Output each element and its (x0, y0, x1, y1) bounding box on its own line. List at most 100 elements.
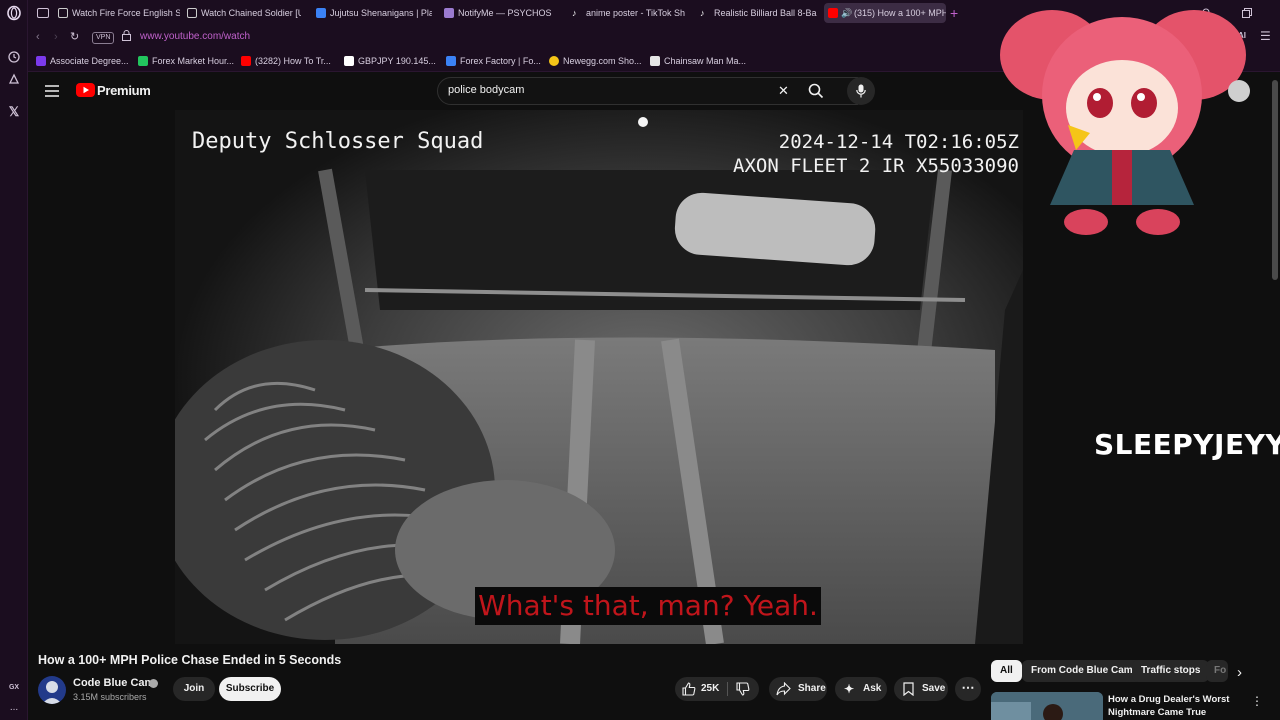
overlay-device-text: AXON FLEET 2 IR X55033090 (733, 155, 1019, 177)
ask-button[interactable]: ✦ Ask (835, 677, 887, 701)
sidebar-more-icon[interactable]: ... (6, 700, 22, 716)
bodycam-footage: Deputy Schlosser Squad 2024-12-14 T02:16… (175, 110, 1023, 644)
new-tab-button[interactable]: + (950, 3, 966, 23)
bookmark-favicon-icon (650, 56, 660, 66)
youtube-logo-icon[interactable] (76, 83, 95, 102)
back-icon[interactable]: ‹ (36, 31, 40, 43)
tab-favicon-icon (187, 8, 197, 18)
tab-4[interactable]: ♪ anime poster - TikTok Sh (568, 3, 688, 23)
video-title: How a 100+ MPH Police Chase Ended in 5 S… (38, 653, 342, 667)
recommendation-more-icon[interactable]: ⋮ (1251, 694, 1263, 708)
streamer-name: SLEEPYJEYY (1094, 428, 1280, 461)
bookmark-favicon-icon (549, 56, 559, 66)
subscriber-count: 3.15M subscribers (73, 692, 147, 702)
bookmark-label: Forex Factory | Fo... (460, 56, 541, 66)
vpn-badge[interactable]: VPN (92, 32, 115, 44)
chip-traffic-stops[interactable]: Traffic stops (1132, 660, 1210, 682)
tab-favicon-icon (316, 8, 326, 18)
subscribe-button[interactable]: Subscribe (219, 677, 281, 701)
save-button[interactable]: Save (894, 677, 948, 701)
youtube-favicon-icon (828, 8, 838, 18)
chip-more[interactable]: Fo (1206, 660, 1228, 682)
page-scrollbar[interactable] (1272, 80, 1278, 280)
overlay-deputy-text: Deputy Schlosser Squad (192, 129, 483, 154)
aria-icon[interactable] (6, 72, 22, 88)
search-input-value[interactable]: police bodycam (448, 84, 524, 96)
youtube-premium-logo[interactable]: Premium (97, 83, 151, 98)
forward-icon[interactable]: › (54, 31, 58, 43)
join-button[interactable]: Join (173, 677, 215, 701)
bookmark-favicon-icon (36, 56, 46, 66)
reload-icon[interactable]: ↻ (70, 30, 79, 43)
chip-from-channel[interactable]: From Code Blue Cam (1022, 660, 1142, 682)
voice-search-button[interactable] (847, 77, 875, 105)
channel-name[interactable]: Code Blue Cam (73, 677, 154, 689)
tab-favicon-icon (58, 8, 68, 18)
plush-character-image (1000, 10, 1246, 235)
tab-0[interactable]: Watch Fire Force English S (54, 3, 180, 23)
bookmark-3[interactable]: GBPJPY 190.145... (344, 54, 436, 68)
lock-icon[interactable] (122, 30, 131, 43)
bookmark-label: GBPJPY 190.145... (358, 56, 436, 66)
speaker-icon[interactable]: 🔊 (841, 3, 852, 23)
share-button[interactable]: Share (769, 677, 827, 701)
browser-sidebar: 𝕏 GX ... (0, 0, 28, 720)
bookmark-label: Newegg.com Sho... (563, 56, 642, 66)
tab-label: Realistic Billiard Ball 8-Ba (714, 8, 817, 18)
tab-1[interactable]: Watch Chained Soldier [U (183, 3, 301, 23)
easy-setup-icon[interactable]: ☰ (1260, 29, 1271, 43)
tab-label: Watch Fire Force English S (72, 8, 180, 18)
dislike-icon[interactable] (736, 682, 750, 706)
bookmark-label: Chainsaw Man Ma... (664, 56, 747, 66)
tab-strip-icon[interactable] (33, 3, 53, 23)
tab-favicon-icon (444, 8, 454, 18)
bookmark-2[interactable]: (3282) How To Tr... (241, 54, 331, 68)
history-icon[interactable] (6, 50, 22, 66)
like-dislike-group: 25K (675, 677, 759, 701)
recommendation-title-line1[interactable]: How a Drug Dealer's Worst (1108, 694, 1229, 705)
save-label: Save (922, 683, 946, 694)
sparkle-icon: ✦ (844, 682, 855, 696)
like-divider (727, 682, 728, 696)
recommendation-thumbnail[interactable] (991, 692, 1103, 720)
bookmark-6[interactable]: Chainsaw Man Ma... (650, 54, 746, 68)
bookmark-0[interactable]: Associate Degree... (36, 54, 129, 68)
clear-search-icon[interactable]: ✕ (778, 84, 789, 98)
bookmark-favicon-icon (446, 56, 456, 66)
bookmark-favicon-icon (138, 56, 148, 66)
tab-2[interactable]: Jujutsu Shenanigans | Pla (312, 3, 432, 23)
like-count[interactable]: 25K (701, 677, 719, 701)
bookmark-4[interactable]: Forex Factory | Fo... (446, 54, 541, 68)
like-icon[interactable] (682, 682, 696, 706)
tab-label: anime poster - TikTok Sh (586, 8, 686, 18)
share-label: Share (798, 683, 826, 694)
x-twitter-icon[interactable]: 𝕏 (6, 104, 22, 120)
tab-5[interactable]: ♪ Realistic Billiard Ball 8-Ba (696, 3, 818, 23)
video-player[interactable]: Deputy Schlosser Squad 2024-12-14 T02:16… (175, 110, 1023, 644)
recommendation-title-line2[interactable]: Nightmare Came True (1108, 707, 1206, 718)
search-icon[interactable] (808, 83, 824, 104)
bookmark-label: Forex Market Hour... (152, 56, 235, 66)
share-icon (776, 681, 791, 706)
tab-label: NotifyMe — PSYCHOS (458, 8, 552, 18)
bookmark-1[interactable]: Forex Market Hour... (138, 54, 234, 68)
tab-active-youtube[interactable]: 🔊 (315) How a 100+ MPH (824, 3, 946, 23)
more-actions-icon[interactable]: ⋯ (955, 677, 981, 701)
tiktok-icon: ♪ (572, 8, 577, 18)
account-avatar[interactable] (1228, 80, 1250, 102)
bookmark-5[interactable]: Newegg.com Sho... (549, 54, 642, 68)
bookmark-label: Associate Degree... (50, 56, 129, 66)
search-input[interactable]: police bodycam ✕ (437, 77, 858, 105)
channel-avatar[interactable] (38, 676, 66, 704)
tab-label: (315) How a 100+ MPH (854, 8, 946, 18)
gx-label[interactable]: GX (6, 680, 22, 696)
opera-logo-icon[interactable] (6, 5, 22, 21)
chips-next-icon[interactable]: › (1237, 664, 1242, 681)
chip-all[interactable]: All (991, 660, 1022, 682)
save-bookmark-icon (903, 682, 914, 706)
overlay-timestamp-text: 2024-12-14 T02:16:05Z (779, 131, 1019, 153)
url-text[interactable]: www.youtube.com/watch (140, 31, 250, 42)
tab-3[interactable]: NotifyMe — PSYCHOS (440, 3, 560, 23)
menu-icon[interactable] (45, 84, 59, 102)
video-caption: What's that, man? Yeah. (475, 587, 821, 625)
